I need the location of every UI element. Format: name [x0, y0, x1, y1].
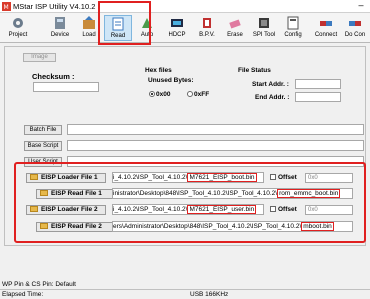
batch-file-label: Batch File: [29, 127, 57, 133]
device-button[interactable]: Device: [46, 15, 74, 41]
path-filename: mboot.bin: [301, 222, 334, 231]
base-script-field[interactable]: [67, 140, 364, 151]
pin-status-text: WP Pin & CS Pin: Default: [2, 281, 76, 288]
connect-button[interactable]: Connect: [313, 15, 339, 41]
path-prefix: i_4.10.2\ISP_Tool_4.10.2\: [113, 174, 188, 181]
image-button-label: Image: [31, 54, 48, 60]
eisp-read-file-1-label: EISP Read File 1: [51, 190, 102, 197]
config-icon: [287, 16, 299, 30]
load-button[interactable]: Load: [78, 15, 100, 41]
eisp-loader-file-1-button[interactable]: EISP Loader File 1: [26, 173, 106, 183]
erase-button[interactable]: Erase: [224, 15, 246, 41]
spi-tool-button[interactable]: SPI Tool: [250, 15, 278, 41]
folder-icon: [30, 206, 38, 212]
do-connect-button[interactable]: Do Con: [342, 15, 368, 41]
path-prefix: i_4.10.2\ISP_Tool_4.10.2\: [113, 206, 188, 213]
spi-tool-icon: [259, 18, 269, 28]
folder-icon: [30, 174, 38, 180]
minimize-button[interactable]: –: [354, 1, 368, 12]
device-icon: [55, 17, 65, 29]
path-filename: rom_emmc_boot.bin: [277, 189, 341, 198]
path-prefix: ers\Administrator\Desktop\848\ISP_Tool_4…: [113, 223, 302, 230]
start-addr-label: Start Addr. :: [252, 81, 289, 88]
eisp-loader-file-2-label: EISP Loader File 2: [41, 206, 98, 213]
offset-label-1: Offset: [278, 174, 297, 181]
bpv-icon: [203, 18, 211, 28]
end-addr-field: [295, 92, 341, 102]
bpv-button[interactable]: B.P.V.: [194, 15, 220, 41]
offset-label-2: Offset: [278, 206, 297, 213]
folder-icon: [40, 223, 48, 229]
eisp-loader-file-2-path[interactable]: i_4.10.2\ISP_Tool_4.10.2\ M7621_EISP_user…: [112, 204, 264, 215]
end-addr-label: End Addr. :: [255, 94, 290, 101]
config-button[interactable]: Config: [282, 15, 304, 41]
do-connect-label: Do Con: [344, 32, 366, 38]
checksum-label: Checksum :: [32, 72, 75, 81]
device-label: Device: [50, 32, 70, 38]
base-script-label: Base Script: [27, 143, 59, 149]
project-label: Project: [8, 32, 28, 38]
checksum-field: [33, 82, 99, 92]
connect-label: Connect: [314, 32, 338, 38]
eisp-read-file-2-path[interactable]: ers\Administrator\Desktop\848\ISP_Tool_4…: [112, 221, 353, 232]
svg-text:M: M: [4, 4, 9, 11]
hdcp-label: HDCP: [168, 32, 186, 38]
usb-speed-label: USB 166KHz: [190, 291, 229, 298]
eisp-loader-file-1-path[interactable]: i_4.10.2\ISP_Tool_4.10.2\ M7621_EISP_boot…: [112, 172, 264, 183]
checkbox: [270, 174, 276, 180]
offset-field-2[interactable]: 0x0: [305, 205, 353, 215]
radio-0xff[interactable]: 0xFF: [187, 91, 209, 98]
toolbar: Project Device Load Read Auto HDCP B.P.V…: [0, 13, 370, 43]
start-addr-field: [295, 79, 341, 89]
eisp-read-file-1-button[interactable]: EISP Read File 1: [36, 189, 116, 199]
eisp-read-file-2-button[interactable]: EISP Read File 2: [36, 222, 116, 232]
load-icon: [83, 16, 95, 29]
batch-file-button[interactable]: Batch File: [24, 125, 62, 135]
base-script-button[interactable]: Base Script: [24, 141, 62, 151]
gear-icon: [13, 18, 23, 28]
radio-dot-selected: [149, 91, 155, 97]
offset-checkbox-2[interactable]: Offset: [270, 206, 297, 213]
path-filename: M7621_EISP_user.bin: [187, 205, 257, 214]
eisp-loader-file-1-label: EISP Loader File 1: [41, 174, 98, 181]
do-connect-icon: [349, 21, 361, 26]
title-bar: M MStar ISP Utility V4.10.2 –: [0, 0, 370, 13]
spi-tool-label: SPI Tool: [252, 32, 276, 38]
erase-label: Erase: [227, 32, 243, 38]
radio-0x00-label: 0x00: [156, 91, 171, 98]
unused-bytes-label: Unused Bytes:: [148, 77, 194, 84]
connect-icon: [320, 21, 332, 26]
path-prefix: inistrator\Desktop\848\ISP_Tool_4.10.2\I…: [113, 190, 278, 197]
eisp-read-file-2-label: EISP Read File 2: [51, 223, 102, 230]
window-title: MStar ISP Utility V4.10.2: [13, 2, 96, 11]
status-bar: Elapsed Time: USB 166KHz: [0, 289, 370, 299]
batch-file-field[interactable]: [67, 124, 364, 135]
elapsed-time-label: Elapsed Time:: [2, 291, 44, 298]
bpv-label: B.P.V.: [199, 32, 215, 38]
folder-icon: [40, 190, 48, 196]
read-highlight-frame: [98, 1, 151, 45]
hex-files-group: Hex files Unused Bytes: 0x00 0xFF: [145, 67, 209, 98]
radio-0x00[interactable]: 0x00: [149, 91, 170, 98]
config-label: Config: [284, 32, 302, 38]
file-status-title: File Status: [238, 67, 271, 74]
radio-0xff-label: 0xFF: [194, 91, 210, 98]
image-button[interactable]: Image: [23, 53, 56, 62]
radio-dot: [187, 91, 193, 97]
hex-files-title: Hex files: [145, 67, 172, 74]
hdcp-icon: [171, 19, 183, 27]
eisp-read-file-1-path[interactable]: inistrator\Desktop\848\ISP_Tool_4.10.2\I…: [112, 188, 353, 199]
offset-field-1[interactable]: 0x0: [305, 173, 353, 183]
erase-icon: [229, 19, 241, 29]
load-label: Load: [82, 32, 96, 38]
file-status-group: File Status Start Addr. : End Addr. :: [238, 67, 341, 102]
app-icon: M: [2, 2, 11, 11]
eisp-loader-file-2-button[interactable]: EISP Loader File 2: [26, 205, 106, 215]
project-button[interactable]: Project: [3, 15, 33, 41]
path-filename: M7621_EISP_boot.bin: [187, 173, 257, 182]
hdcp-button[interactable]: HDCP: [164, 15, 190, 41]
checkbox: [270, 206, 276, 212]
offset-checkbox-1[interactable]: Offset: [270, 174, 297, 181]
